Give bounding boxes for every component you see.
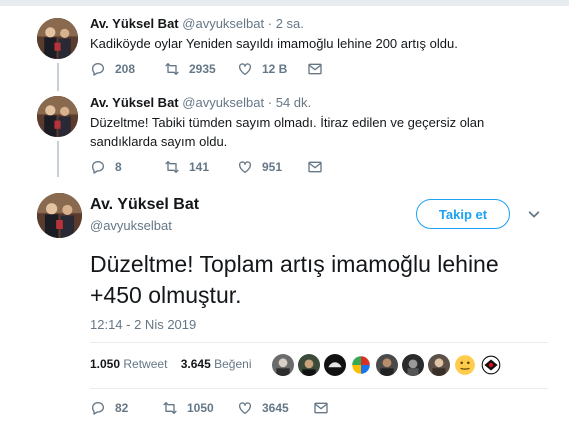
tweet-header: Av. Yüksel Bat @avyukselbat · 54 dk. bbox=[90, 95, 311, 110]
avatar-photo bbox=[37, 193, 82, 238]
liker-avatar[interactable] bbox=[402, 354, 424, 376]
liker-avatar[interactable] bbox=[376, 354, 398, 376]
retweet-button[interactable]: 1050 bbox=[162, 400, 237, 416]
dm-button[interactable] bbox=[313, 400, 338, 416]
dm-button[interactable] bbox=[307, 159, 332, 175]
like-button[interactable]: 951 bbox=[237, 159, 307, 175]
author-handle[interactable]: @avyukselbat bbox=[90, 218, 172, 233]
like-stat-count: 3.645 bbox=[180, 357, 211, 371]
reply-count: 82 bbox=[115, 401, 129, 415]
top-separator bbox=[0, 0, 569, 6]
tweet-actions: 208 2935 12 B bbox=[90, 61, 332, 77]
separator-dot: · bbox=[267, 95, 273, 110]
like-count: 12 B bbox=[262, 62, 288, 76]
tweet-actions: 8 141 951 bbox=[90, 159, 332, 175]
retweet-icon bbox=[165, 63, 179, 75]
author-name[interactable]: Av. Yüksel Bat bbox=[90, 95, 179, 110]
retweet-stat[interactable]: 1.050 Retweet bbox=[90, 357, 167, 371]
divider bbox=[90, 342, 548, 343]
avatar-photo bbox=[37, 96, 78, 137]
author-handle[interactable]: @avyukselbat bbox=[182, 16, 264, 31]
tweet-text: Düzeltme! Toplam artış imamoğlu lehine +… bbox=[90, 251, 499, 308]
like-button[interactable]: 12 B bbox=[237, 61, 307, 77]
tweet-time[interactable]: 2 sa. bbox=[276, 16, 304, 31]
reply-button[interactable]: 208 bbox=[90, 61, 164, 77]
liker-avatar[interactable] bbox=[272, 354, 294, 376]
thread-connector bbox=[57, 141, 59, 177]
retweet-icon bbox=[165, 161, 179, 173]
retweet-count: 2935 bbox=[189, 62, 216, 76]
thread-connector bbox=[57, 63, 59, 91]
reply-count: 8 bbox=[115, 160, 122, 174]
reply-count: 208 bbox=[115, 62, 136, 76]
avatar[interactable] bbox=[37, 96, 78, 137]
liker-avatar[interactable] bbox=[324, 354, 346, 376]
retweet-stat-count: 1.050 bbox=[90, 357, 121, 371]
reply-icon bbox=[92, 402, 104, 415]
avatar[interactable] bbox=[37, 18, 78, 59]
liker-avatar[interactable] bbox=[454, 354, 476, 376]
retweet-stat-label: Retweet bbox=[123, 357, 168, 371]
tweet-text: Kadiköyde oylar Yeniden sayıldı imamoğlu… bbox=[90, 36, 458, 51]
like-stat[interactable]: 3.645 Beğeni bbox=[181, 357, 252, 371]
envelope-icon bbox=[308, 63, 322, 75]
reply-button[interactable]: 8 bbox=[90, 159, 164, 175]
liker-avatars bbox=[272, 354, 506, 376]
retweet-count: 141 bbox=[189, 160, 210, 174]
divider bbox=[90, 388, 548, 389]
heart-icon bbox=[239, 402, 251, 414]
envelope-icon bbox=[308, 161, 322, 173]
follow-button[interactable]: Takip et bbox=[416, 199, 510, 229]
tweet-text: Düzeltme! Tabiki tümden sayım olmadı. İt… bbox=[90, 115, 485, 149]
like-count: 951 bbox=[262, 160, 283, 174]
like-button[interactable]: 3645 bbox=[237, 400, 313, 416]
reply-button[interactable]: 82 bbox=[90, 400, 162, 416]
reply-icon bbox=[92, 63, 104, 76]
separator-dot: · bbox=[267, 16, 273, 31]
retweet-count: 1050 bbox=[187, 401, 214, 415]
liker-avatar[interactable] bbox=[480, 354, 502, 376]
author-name[interactable]: Av. Yüksel Bat bbox=[90, 196, 199, 214]
author-name[interactable]: Av. Yüksel Bat bbox=[90, 16, 179, 31]
tweet-timestamp[interactable]: 12:14 - 2 Nis 2019 bbox=[90, 317, 196, 332]
liker-avatar[interactable] bbox=[428, 354, 450, 376]
envelope-icon bbox=[314, 402, 328, 414]
heart-icon bbox=[239, 63, 251, 75]
tweet-time[interactable]: 54 dk. bbox=[276, 95, 311, 110]
retweet-icon bbox=[163, 402, 177, 414]
heart-icon bbox=[239, 161, 251, 173]
retweet-button[interactable]: 2935 bbox=[164, 61, 237, 77]
like-stat-label: Beğeni bbox=[214, 357, 252, 371]
dm-button[interactable] bbox=[307, 61, 332, 77]
reply-icon bbox=[92, 161, 104, 174]
retweet-button[interactable]: 141 bbox=[164, 159, 237, 175]
tweet-header: Av. Yüksel Bat @avyukselbat · 2 sa. bbox=[90, 16, 304, 31]
tweet-actions: 82 1050 3645 bbox=[90, 400, 338, 416]
liker-avatar[interactable] bbox=[298, 354, 320, 376]
author-handle[interactable]: @avyukselbat bbox=[182, 95, 264, 110]
avatar-photo bbox=[37, 18, 78, 59]
like-count: 3645 bbox=[262, 401, 289, 415]
avatar[interactable] bbox=[37, 193, 82, 238]
liker-avatar[interactable] bbox=[350, 354, 372, 376]
engagement-stats: 1.050 Retweet 3.645 Beğeni bbox=[90, 357, 252, 371]
chevron-down-icon[interactable] bbox=[527, 207, 541, 221]
